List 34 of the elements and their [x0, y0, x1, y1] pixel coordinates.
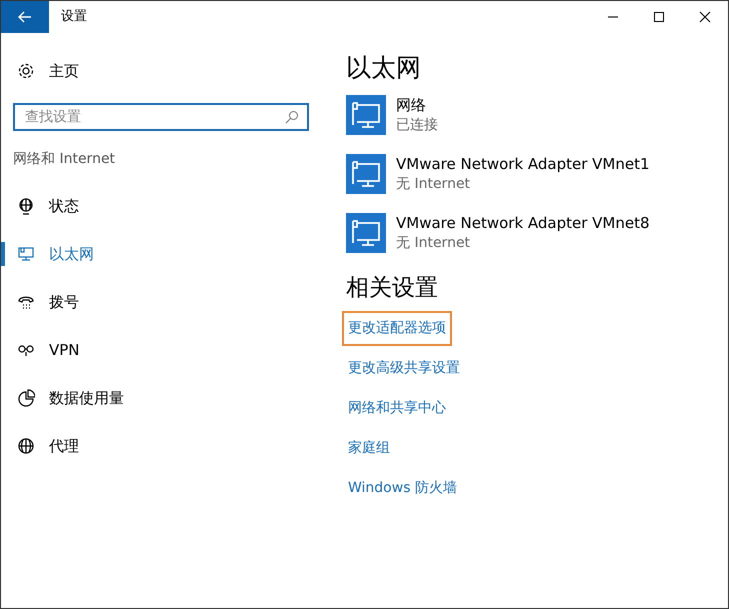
network-status: 无 Internet [396, 234, 472, 253]
sidebar-item[interactable]: VPN [1, 326, 331, 374]
page-title: 以太网 [346, 53, 422, 83]
search-field[interactable]: 查找设置 [13, 103, 309, 131]
home-link[interactable]: 主页 [1, 47, 331, 95]
sidebar-item[interactable]: 代理 [1, 422, 331, 470]
monitor-icon [17, 245, 35, 263]
settings-link[interactable]: 更改适配器选项 [342, 311, 452, 346]
window-title: 设置 [61, 8, 87, 26]
pie-chart-icon [17, 389, 35, 407]
back-button[interactable] [1, 1, 49, 33]
sidebar-item[interactable]: 状态 [1, 182, 331, 230]
back-arrow-icon [18, 11, 32, 23]
settings-icon [17, 62, 35, 80]
selection-indicator [1, 242, 5, 266]
sidebar-item[interactable]: 数据使用量 [1, 374, 331, 422]
search-icon [285, 110, 299, 124]
section-title: 相关设置 [346, 275, 439, 303]
settings-link[interactable]: Windows 防火墙 [342, 471, 463, 506]
settings-link[interactable]: 更改高级共享设置 [342, 351, 466, 386]
close-icon [699, 11, 711, 23]
settings-link[interactable]: 网络和共享中心 [342, 391, 452, 426]
globe-icon [17, 437, 35, 455]
network-name[interactable]: 网络 [396, 95, 438, 115]
sidebar-item[interactable]: 拨号 [1, 278, 331, 326]
globe-monitor-icon [17, 197, 35, 215]
network-status: 无 Internet [396, 175, 472, 194]
sidebar-item[interactable]: 以太网 [1, 230, 331, 278]
network-name[interactable]: VMware Network Adapter VMnet1 [396, 154, 650, 174]
section-heading: 网络和 Internet [13, 150, 116, 169]
settings-link[interactable]: 家庭组 [342, 431, 396, 466]
maximize-icon [653, 11, 665, 23]
network-status: 已连接 [396, 116, 438, 135]
network-name[interactable]: VMware Network Adapter VMnet8 [396, 213, 650, 233]
